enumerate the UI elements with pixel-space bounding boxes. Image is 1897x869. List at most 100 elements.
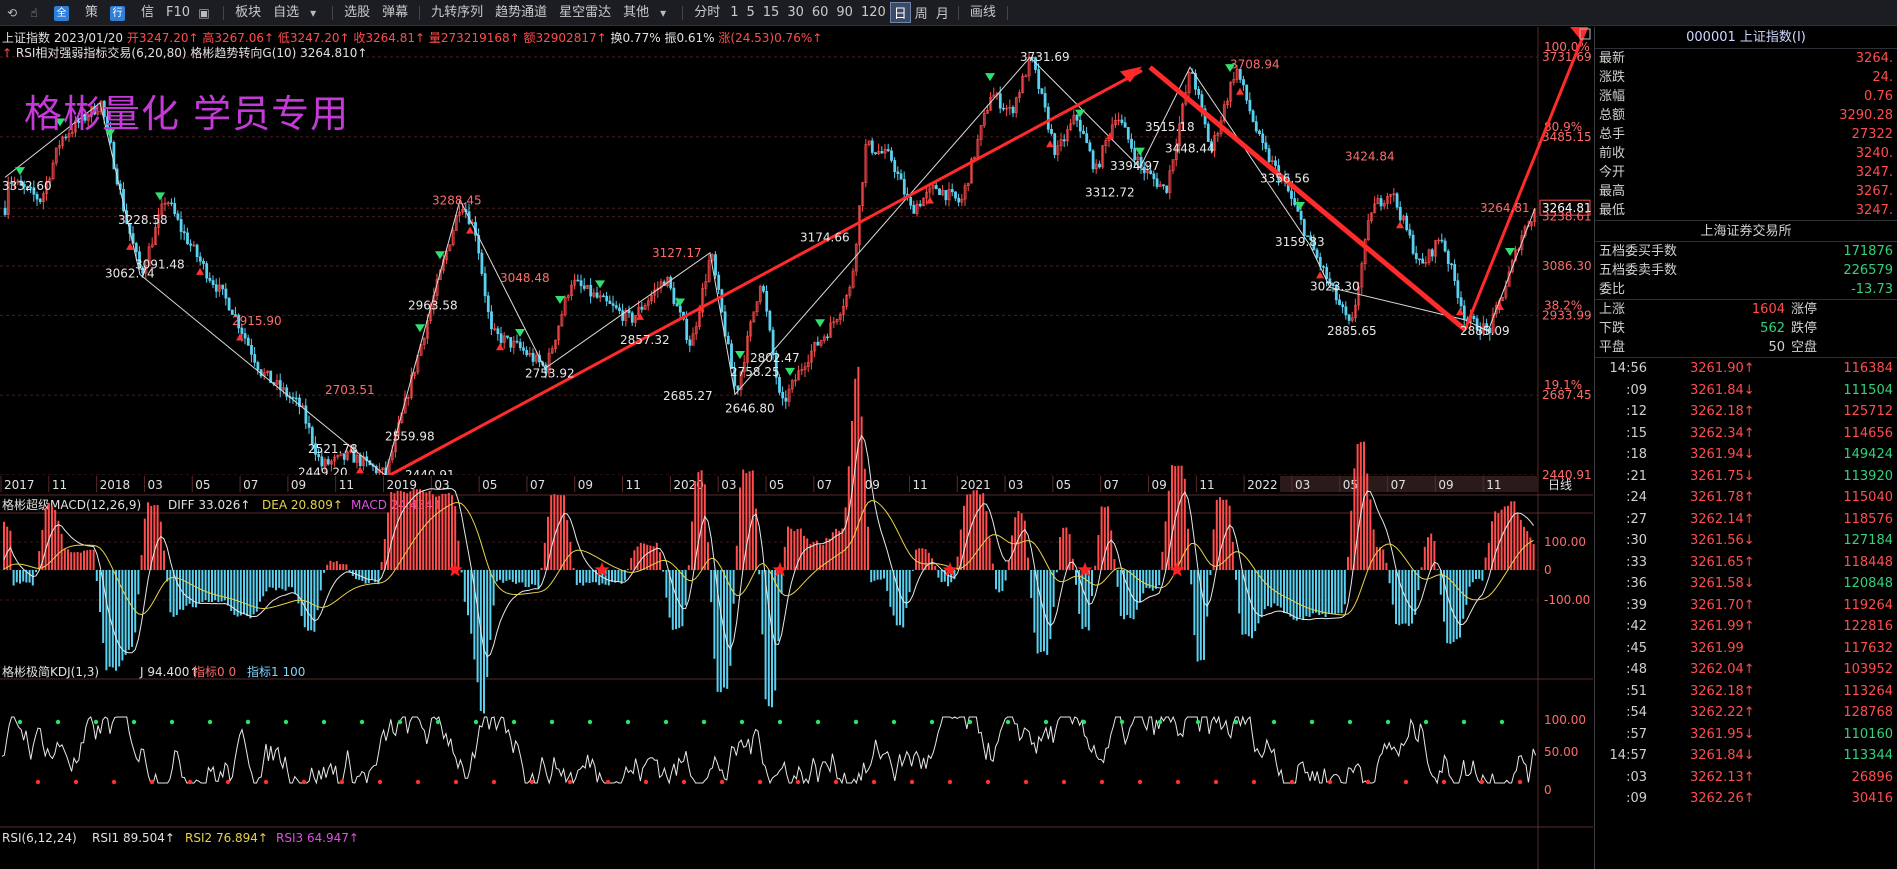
layout-icon[interactable]: ▣ <box>196 5 212 21</box>
toolbar-trend-channel[interactable]: 趋势通道 <box>489 1 553 25</box>
sell-marker-icon <box>196 267 204 275</box>
macd-axis-label: 100.00 <box>1544 535 1586 549</box>
kdj-top-dot <box>1195 719 1201 725</box>
period-day[interactable]: 日 <box>889 2 911 23</box>
candle-body <box>1472 316 1476 319</box>
tick-row[interactable]: :30 3261.56↓ 127184 <box>1595 530 1897 552</box>
tick-row[interactable]: :57 3261.95↓ 110160 <box>1595 724 1897 746</box>
tick-list[interactable]: 14:56 3261.90↑ 116384:09 3261.84↓ 111504:12 3… <box>1595 358 1897 810</box>
kdj-bottom-dot <box>795 779 801 785</box>
tick-row[interactable]: :33 3261.65↑ 118448 <box>1595 552 1897 574</box>
chevron-down-icon[interactable]: ▾ <box>305 5 321 21</box>
candle-body <box>198 256 202 262</box>
tick-row[interactable]: :15 3262.34↑ 114656 <box>1595 423 1897 445</box>
toolbar-intraday[interactable]: 分时 <box>688 1 726 25</box>
candle-body <box>899 173 903 180</box>
toolbar-all[interactable]: 全 <box>48 1 79 25</box>
toolbar-sector[interactable]: 板块 <box>229 1 267 25</box>
tick-row[interactable]: :48 3262.04↑ 103952 <box>1595 659 1897 681</box>
rsi-1: RSI1 89.504↑ <box>92 831 175 845</box>
candle-body <box>1242 79 1245 86</box>
price-annotation: 2802.47 <box>750 351 800 365</box>
toolbar-f10[interactable]: F10 <box>160 1 196 25</box>
candle-body <box>1299 210 1303 220</box>
candle-body <box>522 347 525 351</box>
toolbar-screener[interactable]: 选股 <box>338 1 376 25</box>
time-axis-label: 07 <box>817 478 832 492</box>
tick-row[interactable]: :45 3261.99 117632 <box>1595 638 1897 660</box>
watermark-text: 格彬量化 学员专用 <box>24 92 350 136</box>
tick-row[interactable]: 14:57 3261.84↓ 113344 <box>1595 745 1897 767</box>
candle-body <box>909 197 913 206</box>
tick-row[interactable]: :21 3261.75↓ 113920 <box>1595 466 1897 488</box>
back-icon[interactable]: ⟲ <box>4 5 20 21</box>
hand-icon[interactable]: ☝ <box>26 5 42 21</box>
toolbar-nine-turn[interactable]: 九转序列 <box>425 1 489 25</box>
toolbar-info[interactable]: 信 <box>135 1 160 25</box>
buy-marker-icon <box>15 167 25 176</box>
toolbar-watchlist[interactable]: 自选 <box>267 1 305 25</box>
toolbar-other[interactable]: 其他 <box>617 1 655 25</box>
kdj-top-dot <box>473 719 479 725</box>
toolbar-quote[interactable]: 行 <box>104 1 135 25</box>
tick-price: 3261.65↑ <box>1690 554 1755 570</box>
tick-row[interactable]: :03 3262.13↑ 26896 <box>1595 767 1897 789</box>
tick-row[interactable]: :39 3261.70↑ 119264 <box>1595 595 1897 617</box>
toolbar-star-radar[interactable]: 星空雷达 <box>553 1 617 25</box>
order-value: -13.73 <box>1851 282 1893 297</box>
chart-area[interactable]: 3731.69 100.0% 3485.15 80.9% 3264.81 3238.61 3… <box>0 27 1593 869</box>
tick-row[interactable]: 14:56 3261.90↑ 116384 <box>1595 358 1897 380</box>
chevron-down-icon[interactable]: ▾ <box>655 5 671 21</box>
period-90[interactable]: 90 <box>832 5 857 20</box>
tick-row[interactable]: :09 3261.84↓ 111504 <box>1595 380 1897 402</box>
tick-row[interactable]: :24 3261.78↑ 115040 <box>1595 487 1897 509</box>
candle-body <box>902 178 906 195</box>
tick-row[interactable]: :42 3261.99↑ 122816 <box>1595 616 1897 638</box>
divider <box>223 5 225 20</box>
toolbar-danmaku[interactable]: 弹幕 <box>376 1 414 25</box>
kdj-top-dot <box>1081 719 1087 725</box>
period-month[interactable]: 月 <box>932 3 953 22</box>
macd-axis-label: -100.00 <box>1544 593 1590 607</box>
period-120[interactable]: 120 <box>857 5 890 20</box>
tick-row[interactable]: :27 3262.14↑ 118576 <box>1595 509 1897 531</box>
candle-body <box>611 303 615 306</box>
period-30[interactable]: 30 <box>783 5 808 20</box>
tick-volume: 113264 <box>1843 683 1893 699</box>
tick-price: 3262.13↑ <box>1690 769 1755 785</box>
kdj-top-dot <box>967 719 973 725</box>
kdj-top-dot <box>891 719 897 725</box>
period-60[interactable]: 60 <box>808 5 833 20</box>
arrow-up-icon: ↑ <box>2 46 13 60</box>
candle-body <box>1258 130 1261 135</box>
price-annotation: 3127.17 <box>652 246 702 260</box>
time-axis-label: 2022 <box>1247 478 1278 492</box>
tick-row[interactable]: :51 3262.18↑ 113264 <box>1595 681 1897 703</box>
period-15[interactable]: 15 <box>759 5 784 20</box>
kdj-top-dot <box>625 719 631 725</box>
tick-row[interactable]: :09 3262.26↑ 30416 <box>1595 788 1897 810</box>
quote-value: 0.76 <box>1864 89 1893 104</box>
candle-body <box>1408 229 1412 236</box>
period-week[interactable]: 周 <box>911 3 932 22</box>
period-1[interactable]: 1 <box>726 5 742 20</box>
tick-row[interactable]: :54 3262.22↑ 128768 <box>1595 702 1897 724</box>
candle-body <box>640 306 644 310</box>
time-axis-label: 09 <box>578 478 593 492</box>
toolbar-draw-line[interactable]: 画线 <box>964 1 1002 25</box>
breadth-row: 下跌 562 跌停 <box>1595 319 1897 338</box>
quote-value: 3264. <box>1855 51 1893 66</box>
tick-row[interactable]: :12 3262.18↑ 125712 <box>1595 401 1897 423</box>
candle-body <box>518 341 522 349</box>
tick-row[interactable]: :36 3261.58↓ 120848 <box>1595 573 1897 595</box>
candle-body <box>1011 106 1015 114</box>
order-row: 五档委买手数 171876 <box>1595 242 1897 261</box>
kline-chart[interactable]: 3731.69100.0%3485.1580.9%3264.813238.613… <box>0 27 1593 869</box>
toolbar: ⟲ ☝ 全 策 行 信 F10 ▣ 板块 自选 ▾ 选股 弹幕 九转序列 趋势通… <box>0 0 1897 26</box>
candle-body <box>685 318 689 341</box>
price-annotation: 3312.72 <box>1085 186 1135 200</box>
candle-body <box>480 252 484 274</box>
period-5[interactable]: 5 <box>742 5 758 20</box>
tick-row[interactable]: :18 3261.94↓ 149424 <box>1595 444 1897 466</box>
toolbar-strategy[interactable]: 策 <box>79 1 104 25</box>
